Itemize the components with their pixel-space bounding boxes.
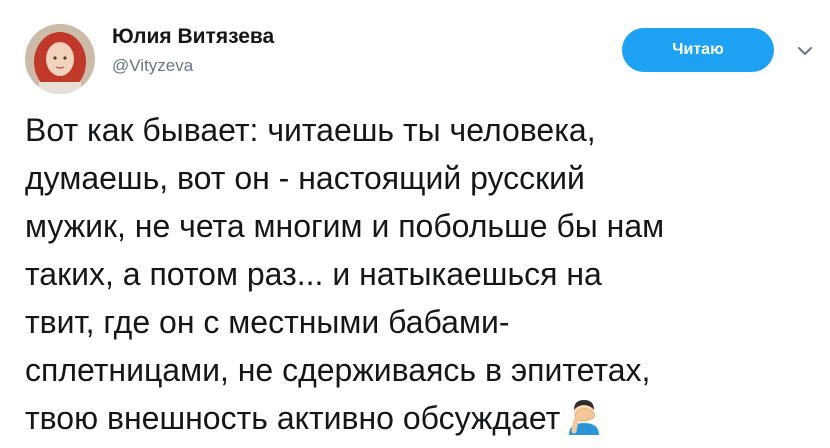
avatar[interactable]	[25, 24, 95, 94]
tweet-card: Юлия Витязева @Vityzeva Читаю Вот как бы…	[0, 0, 830, 443]
follow-button[interactable]: Читаю	[622, 28, 774, 72]
display-name[interactable]: Юлия Витязева	[112, 25, 274, 49]
tweet-body: Вот как бывает: читаешь ты человека, дум…	[25, 112, 665, 436]
user-handle[interactable]: @Vityzeva	[112, 56, 193, 76]
chevron-down-icon[interactable]	[795, 43, 815, 59]
tweet-text: Вот как бывает: читаешь ты человека, дум…	[25, 106, 815, 442]
avatar-image	[25, 24, 95, 94]
follow-button-label: Читаю	[672, 41, 724, 58]
facepalm-emoji-icon	[566, 397, 602, 435]
